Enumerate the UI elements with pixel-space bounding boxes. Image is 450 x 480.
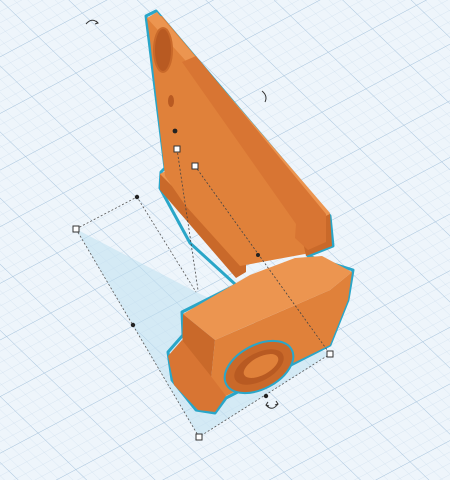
resize-handle-right[interactable]	[326, 350, 334, 358]
midpoint-dot[interactable]	[263, 393, 269, 399]
midpoint-dot[interactable]	[172, 128, 178, 134]
midpoint-dot[interactable]	[134, 194, 140, 200]
workplane-canvas[interactable]	[0, 0, 450, 480]
height-handle-side[interactable]	[191, 162, 199, 170]
midpoint-dot[interactable]	[130, 322, 136, 328]
resize-handle-left[interactable]	[72, 225, 80, 233]
resize-handle-bottom[interactable]	[195, 433, 203, 441]
midpoint-dot[interactable]	[256, 253, 260, 257]
hole-icon	[153, 27, 173, 73]
hole-icon	[168, 95, 174, 107]
height-handle-top[interactable]	[173, 145, 181, 153]
workplane-viewport[interactable]	[0, 0, 450, 480]
